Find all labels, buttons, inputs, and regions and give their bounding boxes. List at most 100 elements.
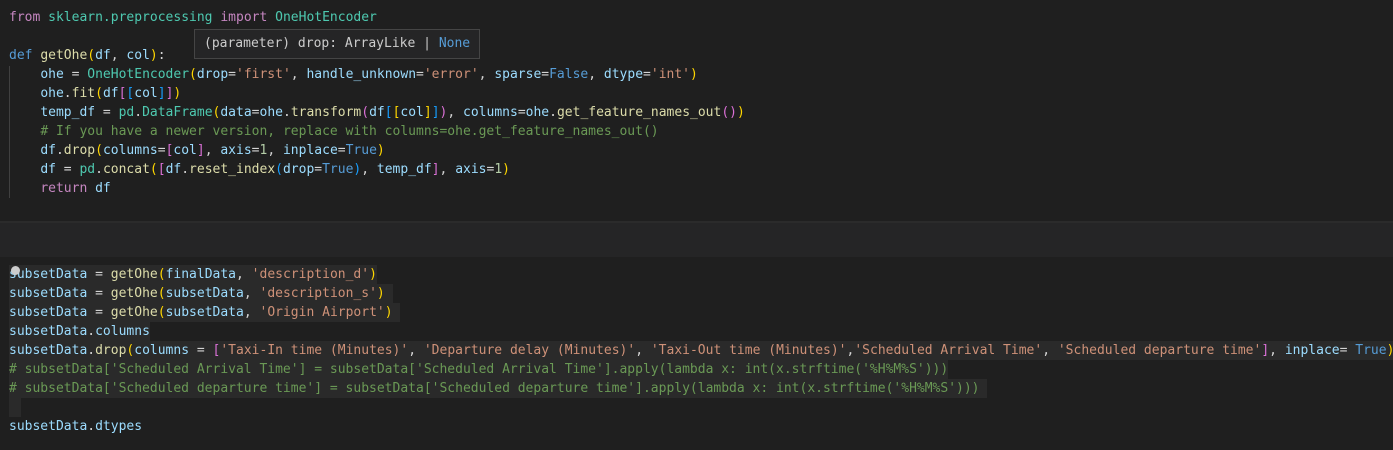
arg-name: inplace [1284, 343, 1340, 358]
arg-name: drop [196, 67, 229, 82]
function-name: getOhe [110, 305, 158, 320]
constant: True [345, 143, 377, 158]
tooltip-type: None [438, 36, 471, 51]
string: 'Departure delay (Minutes)' [423, 343, 636, 358]
variable: df [95, 181, 111, 196]
string: 'Scheduled departure time' [1057, 343, 1262, 358]
module-name: pd [118, 105, 135, 120]
code-line-6: # subsetData['Scheduled Arrival Time'] =… [9, 360, 949, 379]
arg-name: axis [455, 162, 487, 177]
method-name: drop [63, 143, 96, 158]
keyword: return [40, 181, 88, 196]
code-line-3: subsetData = getOhe(subsetData, 'Origin … [9, 303, 401, 322]
method-name: drop [95, 343, 127, 358]
string: 'Scheduled Arrival Time' [854, 343, 1043, 358]
code-line-9: subsetData.dtypes [9, 419, 143, 434]
method-name: fit [71, 86, 96, 101]
cell-separator [0, 222, 1393, 258]
code-line-2: subsetData = getOhe(subsetData, 'descrip… [9, 284, 393, 303]
function-name: getOhe [110, 286, 158, 301]
variable: col [400, 105, 424, 120]
code-cell-2[interactable]: subsetData = getOhe(finalData, 'descript… [0, 257, 1393, 450]
constant: False [549, 67, 589, 82]
code-cell-1[interactable]: from sklearn.preprocessing import OneHot… [0, 0, 1393, 222]
comment: # If you have a newer version, replace w… [40, 124, 659, 139]
string: 'Taxi-In time (Minutes)' [220, 343, 409, 358]
variable: df [369, 105, 385, 120]
variable: ohe [40, 67, 64, 82]
constant: True [1355, 343, 1387, 358]
code-line-4: subsetData.columns [9, 322, 150, 341]
variable: ohe [259, 105, 283, 120]
variable: subsetData [9, 286, 88, 301]
number: 1 [494, 162, 503, 177]
param: df [95, 48, 111, 63]
variable: subsetData [9, 267, 88, 282]
variable: subsetData [9, 324, 88, 339]
arg-name: handle_unknown [306, 67, 417, 82]
string: 'description_d' [251, 267, 370, 282]
attribute: columns [95, 324, 150, 339]
code-line-1: subsetData = getOhe(finalData, 'descript… [9, 265, 377, 284]
module-name: pd [79, 162, 96, 177]
variable: finalData [165, 267, 237, 282]
variable: subsetData [9, 343, 88, 358]
class-name: OneHotEncoder [87, 67, 190, 82]
arg-name: data [220, 105, 252, 120]
keyword: from [9, 10, 41, 25]
function-name: getOhe [110, 267, 158, 282]
module-name: sklearn.preprocessing [48, 10, 213, 25]
code-line-3: def getOhe(df, col): [9, 48, 166, 63]
arg-name: columns [463, 105, 518, 120]
variable: subsetData [165, 286, 244, 301]
arg-name: axis [220, 143, 252, 158]
code-line-6: temp_df = pd.DataFrame(data=ohe.transfor… [40, 105, 745, 120]
code-line-1: from sklearn.preprocessing import OneHot… [9, 8, 377, 27]
arg-name: inplace [282, 143, 338, 158]
tooltip-text: (parameter) drop: ArrayLike | [204, 36, 439, 51]
string: 'int' [650, 67, 691, 82]
code-line-9: df = pd.concat([df.reset_index(drop=True… [40, 162, 510, 177]
code-line-8: df.drop(columns=[col], axis=1, inplace=T… [40, 143, 385, 158]
variable: temp_df [40, 105, 96, 120]
param: col [126, 48, 150, 63]
arg-name: columns [134, 343, 190, 358]
string: 'first' [236, 67, 291, 82]
constant: True [322, 162, 354, 177]
number: 1 [259, 143, 268, 158]
class-name: OneHotEncoder [275, 10, 377, 25]
variable: col [134, 86, 158, 101]
method-name: get_feature_names_out [556, 105, 722, 120]
variable: df [102, 86, 119, 101]
string: 'Taxi-Out time (Minutes)' [650, 343, 847, 358]
code-line-10: return df [9, 179, 111, 198]
code-line-8 [9, 398, 21, 417]
variable: subsetData [9, 305, 88, 320]
code-line-7: # subsetData['Scheduled departure time']… [9, 379, 988, 398]
arg-name: sparse [494, 67, 542, 82]
parameter-hover-tooltip: (parameter) drop: ArrayLike | None [194, 29, 481, 59]
arg-name: drop [282, 162, 315, 177]
string: 'error' [423, 67, 479, 82]
code-line-4: ohe = OneHotEncoder(drop='first', handle… [40, 67, 698, 82]
variable: ohe [525, 105, 550, 120]
variable: df [40, 143, 56, 158]
variable: temp_df [376, 162, 432, 177]
code-line-5: ohe.fit(df[[col]]) [40, 86, 182, 101]
method-name: transform [290, 105, 362, 120]
lightbulb-icon[interactable] [11, 266, 20, 275]
attribute: dtypes [95, 419, 143, 434]
class-name: DataFrame [142, 105, 213, 120]
variable: df [40, 162, 56, 177]
arg-name: dtype [603, 67, 644, 82]
comment: # subsetData['Scheduled departure time']… [9, 381, 980, 396]
string: 'Origin Airport' [259, 305, 385, 320]
variable: subsetData [165, 305, 244, 320]
arg-name: columns [102, 143, 158, 158]
variable: subsetData [9, 419, 88, 434]
keyword: def [9, 48, 33, 63]
code-line-7: # If you have a newer version, replace w… [9, 122, 659, 141]
method-name: reset_index [189, 162, 276, 177]
comment: # subsetData['Scheduled Arrival Time'] =… [9, 362, 949, 377]
variable: col [173, 143, 197, 158]
